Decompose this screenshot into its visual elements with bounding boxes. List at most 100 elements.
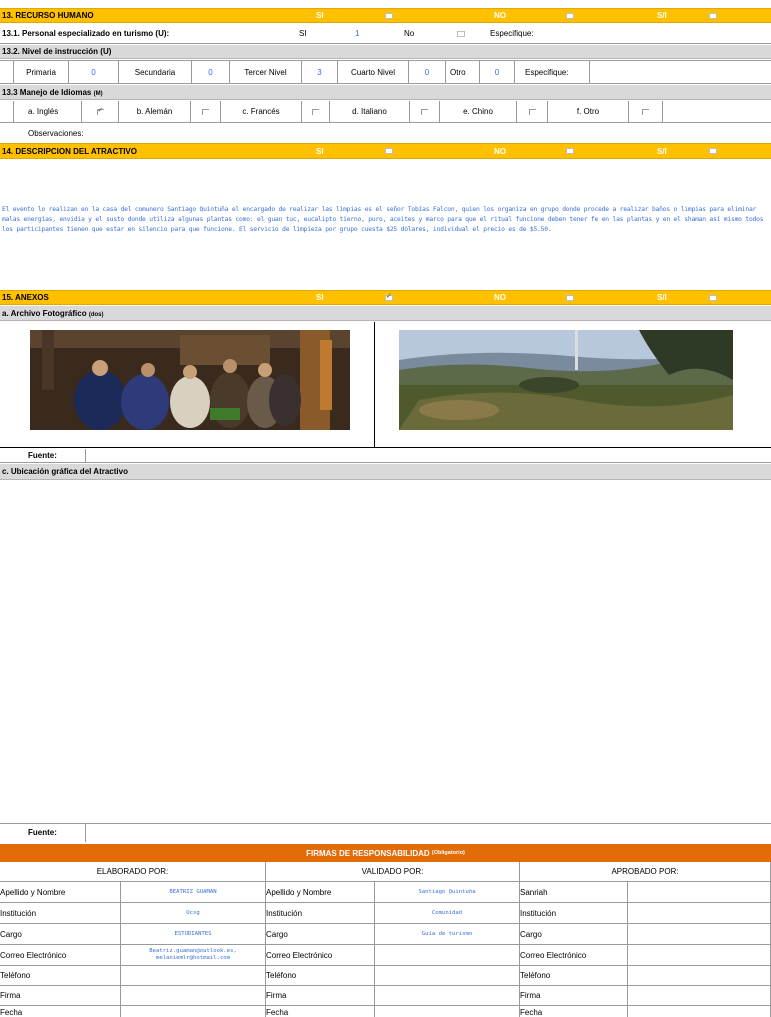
si-checkbox[interactable] (385, 12, 393, 19)
fuente-label-2: Fuente: (28, 828, 57, 837)
aleman-checkbox[interactable] (202, 108, 209, 115)
elaborado-label-firma: Firma (0, 986, 121, 1006)
aprobado-label-firma: Firma (520, 986, 628, 1006)
aprobado-label-cargo: Cargo (520, 924, 628, 945)
row-13-1-no-checkbox[interactable] (457, 30, 465, 37)
s15-no-checkbox[interactable] (566, 294, 574, 301)
fuente-row-2: Fuente: (0, 823, 771, 842)
archivo-code: (dos) (88, 311, 104, 318)
ubicacion-label: c. Ubicación gráfica del Atractivo (2, 467, 128, 476)
photo-area (0, 322, 771, 448)
validado-label-nombre: Apellido y Nombre (266, 882, 375, 903)
section-14-title: 14. DESCRIPCION DEL ATRACTIVO (2, 146, 137, 156)
especifique-label: Especifique: (515, 61, 590, 83)
elaborado-label-correo: Correo Electrónico (0, 945, 121, 966)
s15-sn-checkbox[interactable] (709, 294, 717, 301)
si-label: SI (316, 11, 324, 20)
aprobado-value-correo[interactable] (628, 945, 771, 966)
elaborado-label-cargo: Cargo (0, 924, 121, 945)
archivo-header: a. Archivo Fotográfico (dos) (0, 306, 771, 321)
s15-si-checkbox[interactable] (385, 292, 393, 301)
cuarto-nivel-value[interactable]: 0 (409, 61, 446, 83)
firmas-header: FIRMAS DE RESPONSABILIDAD (Obligatorio) (0, 844, 771, 862)
aprobado-value-fecha[interactable] (628, 1006, 771, 1017)
row-13-1-si-value[interactable]: 1 (355, 29, 359, 38)
row-13-2-label: 13.2. Nivel de instrucción (2, 47, 99, 56)
chino-checkbox[interactable] (528, 108, 536, 115)
validado-header: VALIDADO POR: (266, 862, 520, 882)
otro-idioma-checkbox[interactable] (642, 108, 649, 115)
s14-no-label: NO (494, 146, 506, 156)
tercer-nivel-value[interactable]: 3 (302, 61, 338, 83)
aprobado-value-cargo[interactable] (628, 924, 771, 945)
validado-value-fecha[interactable] (375, 1006, 520, 1017)
section-13-title: 13. RECURSO HUMANO (2, 11, 94, 20)
firmas-title: FIRMAS DE RESPONSABILIDAD (306, 848, 430, 858)
primaria-label: Primaria (14, 61, 69, 83)
otro-value[interactable]: 0 (480, 61, 515, 83)
tercer-nivel-label: Tercer Nivel (230, 61, 302, 83)
s15-sn-label: S/I (657, 293, 667, 302)
elaborado-label-nombre: Apellido y Nombre (0, 882, 121, 903)
italiano-checkbox[interactable] (421, 108, 428, 115)
aleman-cell (191, 101, 221, 122)
elaborado-value-correo[interactable]: Beatriz.guaman@outlook.es, melaniemlr@ho… (121, 945, 266, 966)
aprobado-value-firma[interactable] (628, 986, 771, 1006)
row-13-1-label: 13.1. Personal especializado en turismo (2, 29, 154, 38)
elaborado-value-institucion[interactable]: Ucsg (121, 903, 266, 924)
validado-value-telefono[interactable] (375, 966, 520, 986)
ingles-checkbox[interactable] (96, 106, 104, 115)
row-13-1-code: (U): (155, 29, 170, 38)
elaborado-value-fecha[interactable] (121, 1006, 266, 1017)
validado-value-correo[interactable] (375, 945, 520, 966)
italiano-cell (410, 101, 440, 122)
section-15-header: 15. ANEXOS SI NO S/I (0, 290, 771, 305)
section-14-header: 14. DESCRIPCION DEL ATRACTIVO SI NO S/I (0, 143, 771, 159)
aprobado-label-institucion: Institución (520, 903, 628, 924)
firmas-note: (Obligatorio) (431, 850, 465, 856)
elaborado-value-nombre[interactable]: BEATRIZ GUAMAN (121, 882, 266, 903)
elaborado-value-telefono[interactable] (121, 966, 266, 986)
elaborado-value-cargo[interactable]: ESTUDIANTES (121, 924, 266, 945)
aprobado-label-correo: Correo Electrónico (520, 945, 628, 966)
elaborado-label-fecha: Fecha (0, 1006, 121, 1017)
s14-no-checkbox[interactable] (566, 148, 574, 154)
sn-checkbox[interactable] (709, 12, 717, 19)
row-13-1-si: SI (299, 29, 307, 38)
secundaria-value[interactable]: 0 (192, 61, 230, 83)
validado-label-cargo: Cargo (266, 924, 375, 945)
otro-label: Otro (446, 61, 480, 83)
frances-label: c. Francés (221, 101, 302, 122)
aprobado-label-nombre: Sanriah (520, 882, 628, 903)
validado-value-nombre[interactable]: Santiago Quintuña (375, 882, 520, 903)
validado-label-institucion: Institución (266, 903, 375, 924)
s15-si-label: SI (316, 293, 324, 302)
otro-idioma-cell (629, 101, 663, 122)
validado-value-cargo[interactable]: Guia de turismo (375, 924, 520, 945)
validado-value-institucion[interactable]: Comunidad (375, 903, 520, 924)
primaria-value[interactable]: 0 (69, 61, 119, 83)
aprobado-label-fecha: Fecha (520, 1006, 628, 1017)
s14-si-checkbox[interactable] (385, 148, 393, 154)
sn-label: S/I (657, 11, 667, 20)
no-checkbox[interactable] (566, 12, 574, 19)
s14-sn-label: S/I (657, 146, 667, 156)
row-13-2-header: 13.2. Nivel de instrucción (U) (0, 45, 771, 59)
frances-checkbox[interactable] (312, 108, 319, 115)
validado-label-correo: Correo Electrónico (266, 945, 375, 966)
italiano-label: d. Italiano (330, 101, 410, 122)
aprobado-value-nombre[interactable] (628, 882, 771, 903)
validado-value-firma[interactable] (375, 986, 520, 1006)
s14-sn-checkbox[interactable] (709, 148, 717, 154)
map-area (0, 481, 771, 821)
elaborado-value-firma[interactable] (121, 986, 266, 1006)
ubicacion-header: c. Ubicación gráfica del Atractivo (0, 464, 771, 480)
aprobado-value-telefono[interactable] (628, 966, 771, 986)
row-13-3-header: 13.3 Manejo de Idiomas (M) (0, 85, 771, 100)
frances-cell (302, 101, 330, 122)
validado-label-firma: Firma (266, 986, 375, 1006)
aprobado-value-institucion[interactable] (628, 903, 771, 924)
cuarto-nivel-label: Cuarto Nivel (338, 61, 409, 83)
chino-label: e. Chino (440, 101, 517, 122)
s14-si-label: SI (316, 146, 324, 156)
